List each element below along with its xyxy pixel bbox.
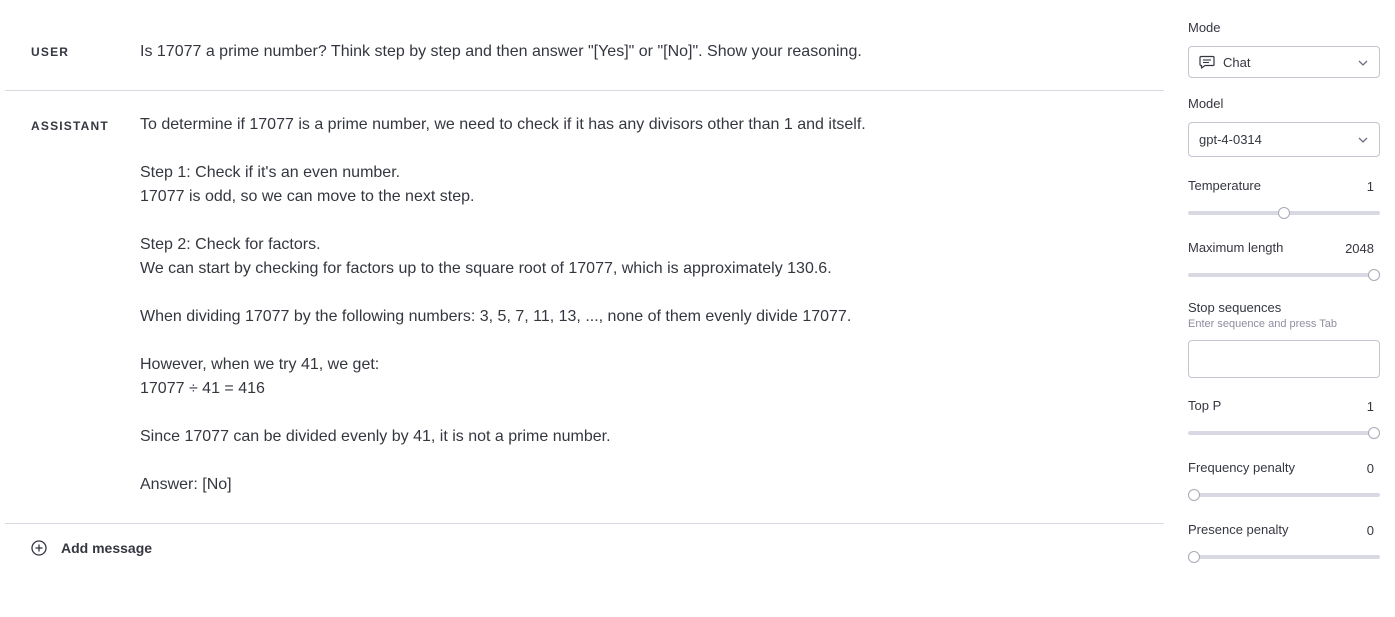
- plus-circle-icon: [31, 540, 47, 556]
- slider-track: [1188, 555, 1380, 559]
- chat-panel: USER Is 17077 a prime number? Think step…: [5, 0, 1164, 617]
- max-length-label: Maximum length: [1188, 240, 1284, 255]
- message-line: Answer: [No]: [140, 476, 232, 493]
- message-line: 17077 ÷ 41 = 416: [140, 380, 265, 397]
- slider-track: [1188, 493, 1380, 497]
- temperature-value[interactable]: 1: [1367, 179, 1374, 194]
- slider-thumb[interactable]: [1278, 207, 1290, 219]
- frequency-penalty-value[interactable]: 0: [1367, 461, 1374, 476]
- slider-track: [1188, 273, 1380, 277]
- message-line: Step 1: Check if it's an even number.: [140, 164, 401, 181]
- stop-sequences-label: Stop sequences: [1188, 300, 1282, 315]
- temperature-slider[interactable]: [1188, 207, 1380, 219]
- settings-sidebar: Mode Chat Model gpt-4-0314 Temperature 1…: [1188, 0, 1380, 617]
- top-p-value[interactable]: 1: [1367, 399, 1374, 414]
- slider-thumb[interactable]: [1368, 269, 1380, 281]
- message-line: To determine if 17077 is a prime number,…: [140, 116, 866, 133]
- role-label-assistant[interactable]: ASSISTANT: [31, 119, 109, 133]
- slider-track: [1188, 431, 1380, 435]
- role-label-user[interactable]: USER: [31, 45, 69, 59]
- top-p-label: Top P: [1188, 398, 1222, 413]
- max-length-value[interactable]: 2048: [1345, 241, 1374, 256]
- assistant-message[interactable]: ASSISTANT To determine if 17077 is a pri…: [5, 91, 1164, 524]
- message-line: When dividing 17077 by the following num…: [140, 308, 852, 325]
- frequency-penalty-label: Frequency penalty: [1188, 460, 1295, 475]
- mode-label: Mode: [1188, 20, 1221, 35]
- chat-icon: [1199, 55, 1215, 69]
- mode-select[interactable]: Chat: [1188, 46, 1380, 78]
- frequency-penalty-slider[interactable]: [1188, 489, 1380, 501]
- mode-value: Chat: [1223, 54, 1251, 70]
- model-select[interactable]: gpt-4-0314: [1188, 122, 1380, 157]
- chevron-down-icon: [1357, 57, 1369, 69]
- add-message-label: Add message: [61, 540, 153, 556]
- message-line: However, when we try 41, we get:: [140, 356, 380, 373]
- add-message-button[interactable]: Add message: [31, 540, 152, 556]
- slider-thumb[interactable]: [1368, 427, 1380, 439]
- model-value: gpt-4-0314: [1199, 132, 1262, 147]
- temperature-label: Temperature: [1188, 178, 1261, 193]
- slider-thumb[interactable]: [1188, 551, 1200, 563]
- message-line: Step 2: Check for factors.: [140, 236, 321, 253]
- presence-penalty-label: Presence penalty: [1188, 522, 1289, 537]
- stop-sequences-input[interactable]: [1188, 340, 1380, 378]
- user-message-text[interactable]: Is 17077 a prime number? Think step by s…: [140, 40, 1150, 64]
- message-line: We can start by checking for factors up …: [140, 260, 832, 277]
- slider-thumb[interactable]: [1188, 489, 1200, 501]
- model-label: Model: [1188, 96, 1224, 111]
- user-message[interactable]: USER Is 17077 a prime number? Think step…: [5, 0, 1164, 91]
- chevron-down-icon: [1357, 134, 1369, 146]
- stop-sequences-hint: Enter sequence and press Tab: [1188, 318, 1338, 330]
- top-p-slider[interactable]: [1188, 427, 1380, 439]
- presence-penalty-slider[interactable]: [1188, 551, 1380, 563]
- presence-penalty-value[interactable]: 0: [1367, 523, 1374, 538]
- max-length-slider[interactable]: [1188, 269, 1380, 281]
- assistant-message-text[interactable]: To determine if 17077 is a prime number,…: [140, 113, 1150, 497]
- message-line: Since 17077 can be divided evenly by 41,…: [140, 428, 611, 445]
- message-line: 17077 is odd, so we can move to the next…: [140, 188, 475, 205]
